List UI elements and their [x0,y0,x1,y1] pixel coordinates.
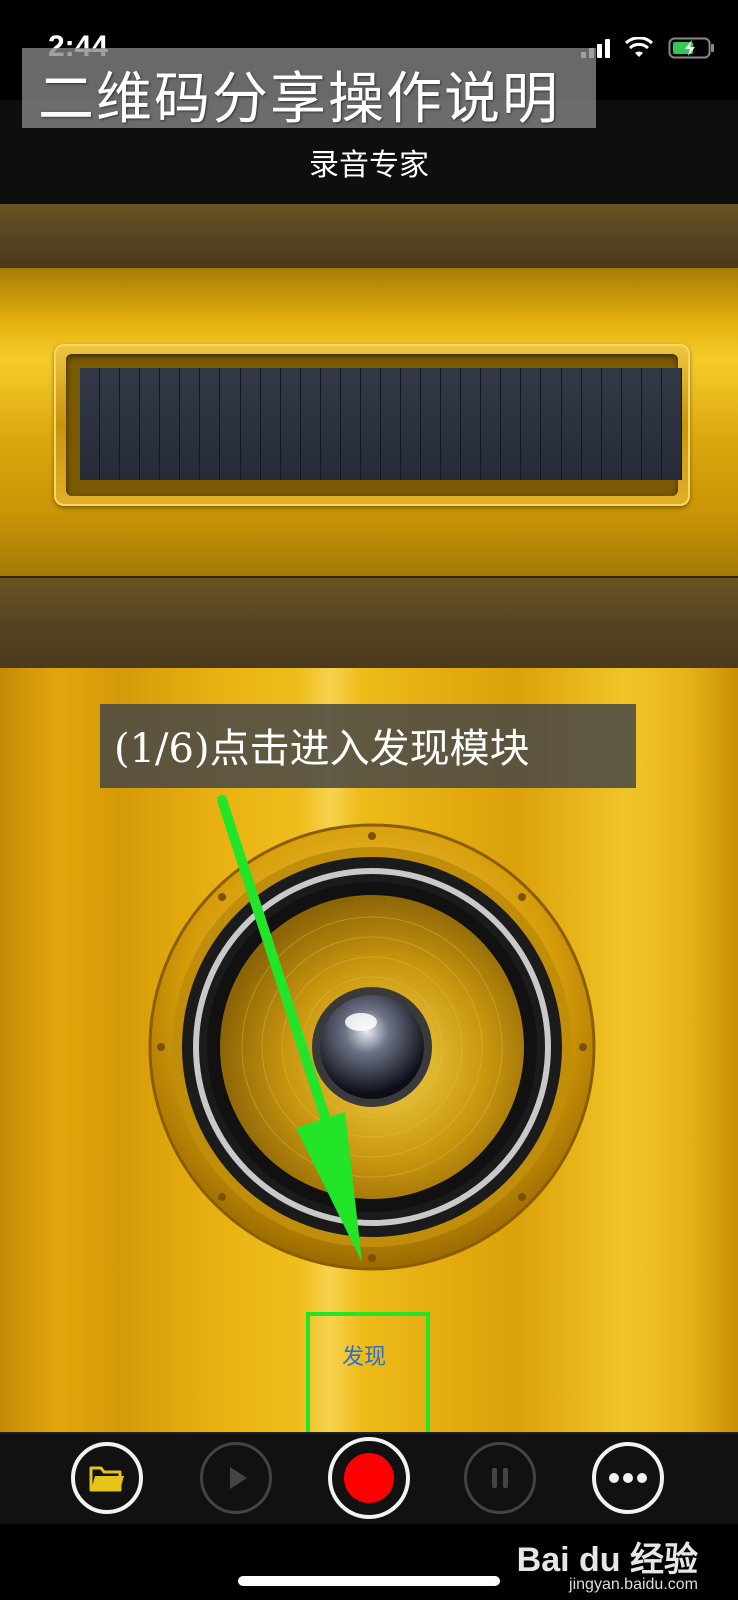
battery-charging-icon [668,37,714,59]
more-icon [609,1473,647,1483]
baidu-watermark: Bai du 经验 [516,1541,698,1579]
folder-button[interactable] [71,1442,143,1514]
tutorial-title: 二维码分享操作说明 [38,67,560,132]
level-meter-frame [54,344,690,506]
record-button[interactable] [328,1437,410,1519]
folder-icon [89,1466,124,1492]
pause-button[interactable] [464,1442,536,1514]
bottom-band [0,576,738,670]
nav-title: 录音专家 [309,148,429,183]
home-area: Bai du 经验 jingyan.baidu.com [0,1524,738,1600]
wifi-icon [624,37,654,57]
play-icon [230,1467,247,1489]
home-indicator[interactable] [238,1576,500,1586]
status-icons [581,36,716,60]
bottom-toolbar [0,1432,738,1526]
pause-icon [492,1468,508,1488]
record-icon [344,1453,394,1503]
more-button[interactable] [592,1442,664,1514]
level-meter-display [80,368,682,480]
tutorial-banner: 二维码分享操作说明 [22,48,596,132]
step-callout: (1/6)点击进入发现模块 [100,704,636,788]
level-meter-panel [0,268,738,576]
top-band [0,204,738,270]
highlight-box [306,1312,430,1436]
screen: 2:44 录音专家 二维码分享操作说明 (1/6)点击进入发现模块 发现 Bai… [0,0,738,1600]
step-text: (1/6)点击进入发现模块 [114,726,530,772]
watermark-url: jingyan.baidu.com [569,1576,698,1593]
speaker-icon [148,823,596,1271]
play-button[interactable] [200,1442,272,1514]
